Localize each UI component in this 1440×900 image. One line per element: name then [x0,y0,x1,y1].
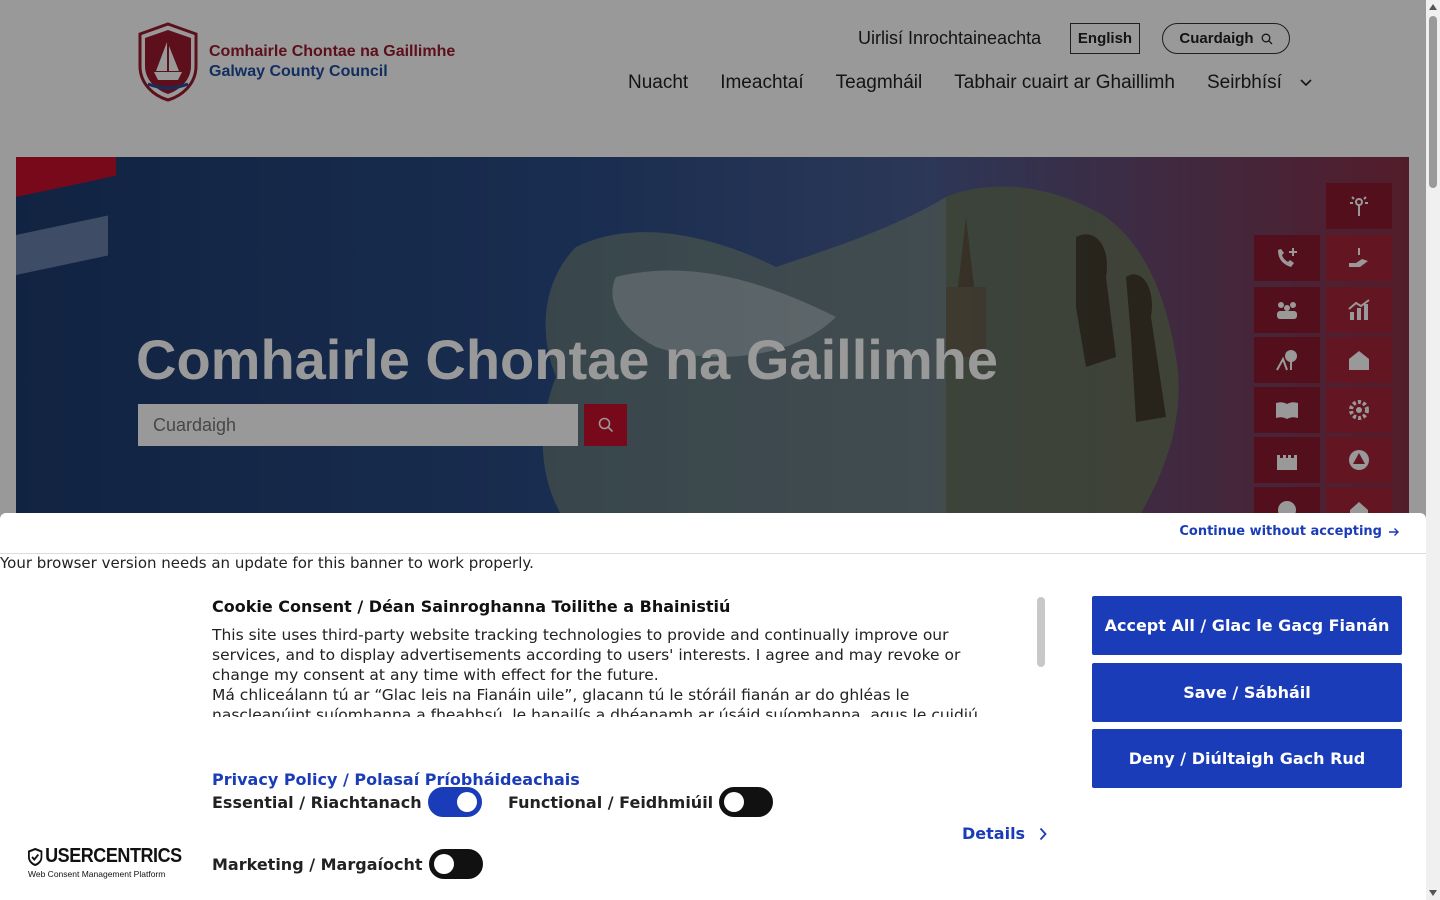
consent-title: Cookie Consent / Déan Sainroghanna Toili… [212,597,731,616]
continue-without-accepting-label: Continue without accepting [1179,524,1382,539]
usercentrics-wordmark: USERCENTRICS [28,845,182,868]
toggle-knob [724,792,745,812]
usercentrics-logo: USERCENTRICS Web Consent Management Plat… [28,845,199,879]
arrow-right-icon [1389,527,1399,536]
functional-toggle-label: Functional / Feidhmiúil [508,792,714,812]
consent-text-english: This site uses third-party website track… [212,626,961,684]
continue-without-accepting-link[interactable]: Continue without accepting [1179,524,1400,539]
essential-toggle-label: Essential / Riachtanach [212,792,422,812]
consent-description[interactable]: This site uses third-party website track… [212,625,1012,717]
browser-update-message: Your browser version needs an update for… [0,554,534,572]
essential-toggle[interactable] [427,787,482,817]
shield-check-icon [28,847,43,866]
save-button[interactable]: Save / Sábháil [1092,663,1402,722]
essential-toggle-row: Essential / Riachtanach [212,787,482,817]
consent-top-bar: Continue without accepting [0,513,1426,554]
marketing-toggle[interactable] [428,849,483,879]
deny-button[interactable]: Deny / Diúltaigh Gach Rud [1092,729,1402,788]
marketing-toggle-row: Marketing / Margaíocht [212,849,483,879]
accept-all-button[interactable]: Accept All / Glac le Gacg Fianán [1092,596,1402,655]
scroll-up-arrow-icon[interactable] [1429,4,1437,10]
details-label: Details [962,824,1026,843]
details-link[interactable]: Details [962,824,1047,843]
page-scrollbar[interactable] [1426,0,1440,900]
scroll-down-arrow-icon[interactable] [1429,890,1437,896]
consent-text-irish: Má chliceálann tú ar “Glac leis na Fianá… [212,686,978,717]
functional-toggle[interactable] [719,787,774,817]
usercentrics-name: USERCENTRICS [45,845,182,867]
chevron-right-icon [1039,827,1047,840]
usercentrics-tagline: Web Consent Management Platform [28,869,166,879]
cookie-consent-banner: Continue without accepting Your browser … [0,513,1426,900]
description-scrollbar-thumb[interactable] [1037,597,1045,667]
toggle-knob [456,792,477,812]
functional-toggle-row: Functional / Feidhmiúil [508,787,774,817]
scrollbar-thumb[interactable] [1429,16,1437,188]
marketing-toggle-label: Marketing / Margaíocht [212,854,423,874]
toggle-knob [433,854,454,874]
